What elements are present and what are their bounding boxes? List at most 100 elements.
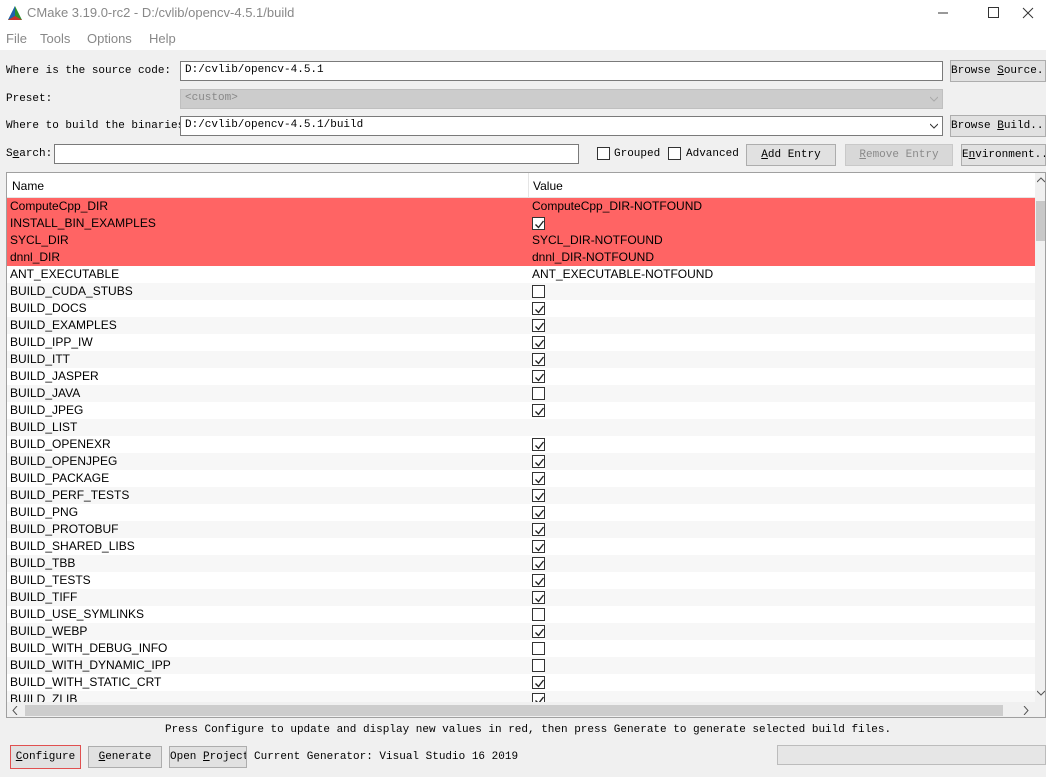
table-row[interactable]: dnnl_DIR dnnl_DIR-NOTFOUND	[7, 249, 1035, 266]
table-row[interactable]: BUILD_TBB	[7, 555, 1035, 572]
column-header-value[interactable]: Value	[533, 179, 563, 193]
entry-checkbox[interactable]	[532, 659, 545, 672]
table-row[interactable]: BUILD_WITH_DEBUG_INFO	[7, 640, 1035, 657]
table-row[interactable]: BUILD_WITH_DYNAMIC_IPP	[7, 657, 1035, 674]
table-row[interactable]: BUILD_PNG	[7, 504, 1035, 521]
vertical-scrollbar[interactable]	[1035, 173, 1045, 702]
configure-button[interactable]: Configure	[10, 745, 81, 769]
browse-build-button[interactable]: Browse Build...	[950, 115, 1046, 137]
cache-table[interactable]: Name Value ComputeCpp_DIR ComputeCpp_DIR-…	[6, 172, 1046, 718]
entry-checkbox-checked[interactable]	[532, 404, 545, 417]
entry-checkbox-checked[interactable]	[532, 336, 545, 349]
table-row[interactable]: BUILD_OPENJPEG	[7, 453, 1035, 470]
chevron-down-icon	[930, 96, 938, 102]
vertical-scroll-thumb[interactable]	[1036, 201, 1045, 241]
entry-checkbox[interactable]	[532, 387, 545, 400]
entry-checkbox-checked[interactable]	[532, 455, 545, 468]
entry-value[interactable]: SYCL_DIR-NOTFOUND	[532, 233, 663, 247]
table-row[interactable]: INSTALL_BIN_EXAMPLES	[7, 215, 1035, 232]
entry-checkbox[interactable]	[532, 285, 545, 298]
entry-checkbox[interactable]	[532, 608, 545, 621]
entry-checkbox-checked[interactable]	[532, 472, 545, 485]
grouped-checkbox[interactable]	[597, 147, 610, 160]
table-row[interactable]: BUILD_ITT	[7, 351, 1035, 368]
table-row[interactable]: SYCL_DIR SYCL_DIR-NOTFOUND	[7, 232, 1035, 249]
search-input[interactable]	[54, 144, 579, 164]
horizontal-scroll-thumb[interactable]	[25, 705, 1003, 716]
add-entry-button[interactable]: Add Entry	[746, 144, 836, 166]
entry-value[interactable]: ANT_EXECUTABLE-NOTFOUND	[532, 267, 713, 281]
entry-checkbox-checked[interactable]	[532, 574, 545, 587]
entry-value[interactable]: dnnl_DIR-NOTFOUND	[532, 250, 654, 264]
table-row[interactable]: ComputeCpp_DIR ComputeCpp_DIR-NOTFOUND	[7, 198, 1035, 215]
source-path-input[interactable]: D:/cvlib/opencv-4.5.1	[180, 61, 943, 81]
entry-checkbox-checked[interactable]	[532, 319, 545, 332]
build-path-select[interactable]: D:/cvlib/opencv-4.5.1/build	[180, 116, 943, 136]
table-row[interactable]: BUILD_PROTOBUF	[7, 521, 1035, 538]
table-row[interactable]: BUILD_WEBP	[7, 623, 1035, 640]
checkmark-icon	[535, 628, 545, 637]
entry-checkbox-checked[interactable]	[532, 217, 545, 230]
entry-checkbox-checked[interactable]	[532, 353, 545, 366]
horizontal-scrollbar[interactable]	[7, 702, 1045, 717]
table-row[interactable]: BUILD_USE_SYMLINKS	[7, 606, 1035, 623]
entry-checkbox-checked[interactable]	[532, 506, 545, 519]
scroll-right-icon[interactable]	[1023, 706, 1029, 715]
entry-checkbox-checked[interactable]	[532, 676, 545, 689]
entry-checkbox-checked[interactable]	[532, 557, 545, 570]
menu-help[interactable]: Help	[149, 31, 176, 46]
menu-tools[interactable]: Tools	[40, 31, 70, 46]
grouped-label: Grouped	[614, 148, 661, 160]
column-separator[interactable]	[528, 173, 529, 198]
table-row[interactable]: BUILD_PACKAGE	[7, 470, 1035, 487]
table-row[interactable]: BUILD_PERF_TESTS	[7, 487, 1035, 504]
entry-value[interactable]: ComputeCpp_DIR-NOTFOUND	[532, 199, 702, 213]
entry-checkbox-checked[interactable]	[532, 523, 545, 536]
menu-options[interactable]: Options	[87, 31, 132, 46]
table-row[interactable]: BUILD_JPEG	[7, 402, 1035, 419]
entry-checkbox-checked[interactable]	[532, 489, 545, 502]
table-row[interactable]: BUILD_DOCS	[7, 300, 1035, 317]
entry-checkbox-checked[interactable]	[532, 693, 545, 702]
open-project-button[interactable]: Open Project	[169, 746, 247, 768]
entry-name: BUILD_LIST	[10, 420, 78, 434]
preset-select[interactable]: <custom>	[180, 89, 943, 109]
table-row[interactable]: BUILD_CUDA_STUBS	[7, 283, 1035, 300]
table-row[interactable]: BUILD_LIST	[7, 419, 1035, 436]
table-row[interactable]: BUILD_WITH_STATIC_CRT	[7, 674, 1035, 691]
generate-button[interactable]: Generate	[88, 746, 162, 768]
table-row[interactable]: BUILD_EXAMPLES	[7, 317, 1035, 334]
entry-name: BUILD_OPENEXR	[10, 437, 111, 451]
menu-file[interactable]: File	[6, 31, 27, 46]
entry-checkbox-checked[interactable]	[532, 370, 545, 383]
table-row[interactable]: BUILD_OPENEXR	[7, 436, 1035, 453]
entry-checkbox-checked[interactable]	[532, 625, 545, 638]
table-row[interactable]: BUILD_TIFF	[7, 589, 1035, 606]
maximize-button[interactable]	[970, 0, 1016, 26]
open-project-label: Open Project	[170, 751, 247, 763]
entry-checkbox-checked[interactable]	[532, 302, 545, 315]
scroll-down-icon[interactable]	[1037, 690, 1045, 696]
browse-source-button[interactable]: Browse Source...	[950, 60, 1046, 82]
advanced-checkbox[interactable]	[668, 147, 681, 160]
progress-bar	[777, 745, 1046, 765]
table-row[interactable]: BUILD_TESTS	[7, 572, 1035, 589]
table-row[interactable]: BUILD_SHARED_LIBS	[7, 538, 1035, 555]
entry-checkbox[interactable]	[532, 642, 545, 655]
column-header-name[interactable]: Name	[12, 179, 44, 193]
scroll-left-icon[interactable]	[12, 706, 18, 715]
minimize-button[interactable]	[920, 0, 966, 26]
scroll-up-icon[interactable]	[1037, 177, 1045, 183]
build-path-value: D:/cvlib/opencv-4.5.1/build	[185, 119, 364, 131]
environment-button[interactable]: Environment...	[961, 144, 1046, 166]
entry-checkbox-checked[interactable]	[532, 591, 545, 604]
table-row[interactable]: BUILD_JAVA	[7, 385, 1035, 402]
table-row[interactable]: ANT_EXECUTABLE ANT_EXECUTABLE-NOTFOUND	[7, 266, 1035, 283]
entry-checkbox-checked[interactable]	[532, 438, 545, 451]
close-button[interactable]	[1016, 0, 1046, 26]
entry-checkbox-checked[interactable]	[532, 540, 545, 553]
table-row[interactable]: BUILD_ZLIB	[7, 691, 1035, 702]
table-row[interactable]: BUILD_JASPER	[7, 368, 1035, 385]
table-row[interactable]: BUILD_IPP_IW	[7, 334, 1035, 351]
remove-entry-button[interactable]: Remove Entry	[845, 144, 953, 166]
